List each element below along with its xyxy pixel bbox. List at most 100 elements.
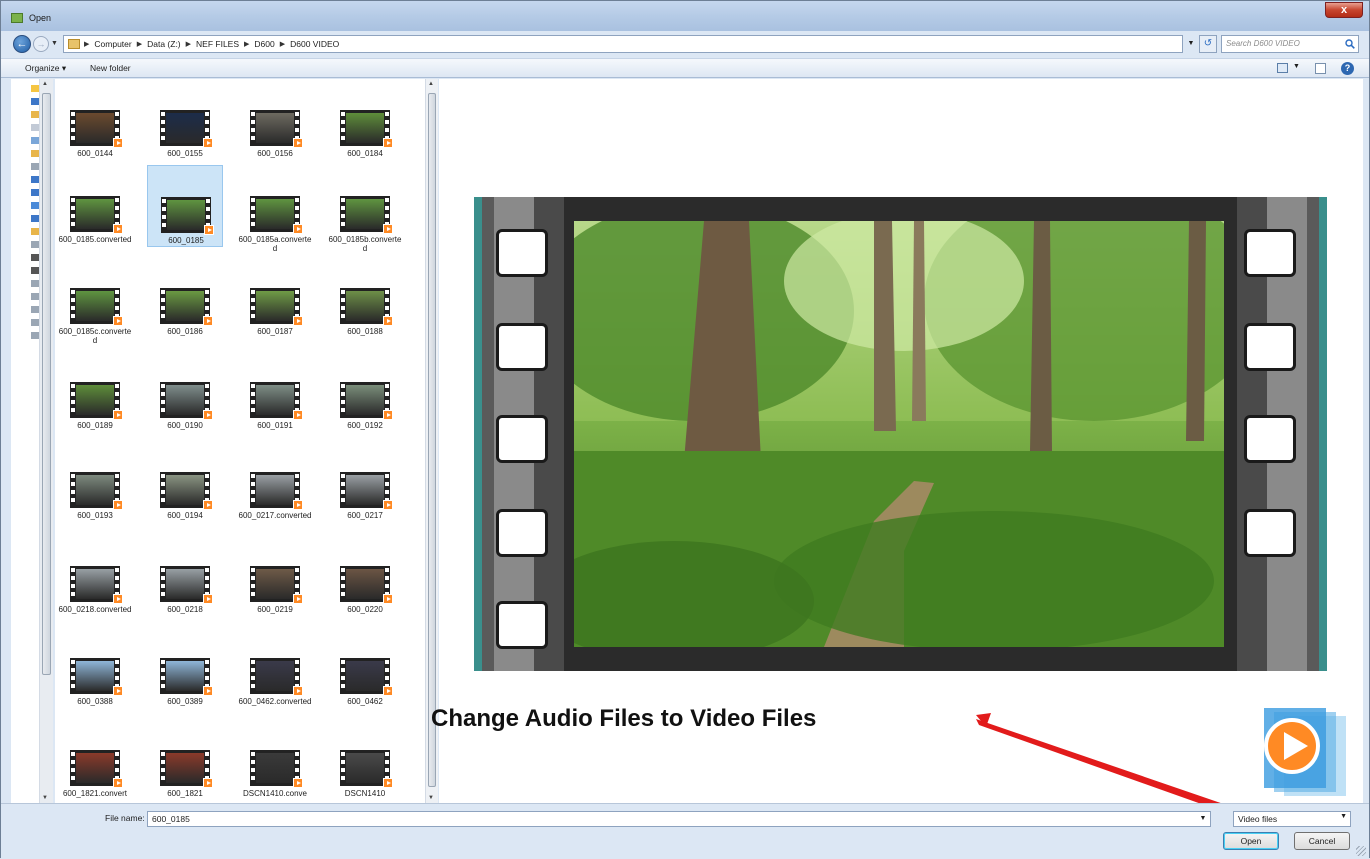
file-tile[interactable]: 600_0185b.converted — [327, 165, 403, 253]
video-thumbnail — [160, 472, 213, 510]
nav-tree-icon[interactable] — [31, 98, 39, 105]
open-button[interactable]: Open — [1223, 832, 1279, 850]
chevron-right-icon[interactable]: ▶ — [186, 40, 191, 48]
chevron-right-icon[interactable]: ▶ — [137, 40, 142, 48]
help-icon[interactable]: ? — [1341, 62, 1354, 75]
file-tile[interactable]: 600_0389 — [147, 627, 223, 709]
preview-pane-icon[interactable] — [1315, 63, 1326, 74]
file-tile[interactable]: 600_0218.converted — [57, 535, 133, 617]
nav-tree-icon[interactable] — [31, 111, 39, 118]
nav-tree-icon[interactable] — [31, 124, 39, 131]
nav-tree-icon[interactable] — [31, 85, 39, 92]
file-tile[interactable]: 600_0185c.converted — [57, 257, 133, 345]
file-tile[interactable]: 600_0388 — [57, 627, 133, 709]
file-tile[interactable]: 600_0190 — [147, 351, 223, 433]
nav-tree-icon[interactable] — [31, 228, 39, 235]
view-options-dropdown[interactable]: ▼ — [1293, 63, 1300, 70]
nav-tree-icon[interactable] — [31, 137, 39, 144]
nav-tree-icon[interactable] — [31, 189, 39, 196]
file-type-select[interactable]: Video files ▼ — [1233, 811, 1351, 827]
file-tile[interactable]: 600_0191 — [237, 351, 313, 433]
film-hole — [496, 415, 548, 463]
video-thumbnail — [340, 472, 393, 510]
title-bar[interactable]: Open x — [1, 1, 1369, 31]
file-tile[interactable]: 600_1821 — [147, 719, 223, 801]
nav-scroll-thumb[interactable] — [42, 93, 51, 675]
file-tile[interactable]: 600_0220 — [327, 535, 403, 617]
nav-tree-icon[interactable] — [31, 254, 39, 261]
file-tile[interactable]: 600_0219 — [237, 535, 313, 617]
nav-tree-icon[interactable] — [31, 332, 39, 339]
file-tile[interactable]: 600_0185a.converted — [237, 165, 313, 253]
file-name-label: 600_0188 — [347, 327, 383, 336]
file-tile[interactable]: 600_0218 — [147, 535, 223, 617]
crumb-d600-video[interactable]: D600 VIDEO — [290, 39, 339, 49]
file-tile[interactable]: DSCN1410.conve — [237, 719, 313, 801]
file-tile[interactable]: 600_0193 — [57, 441, 133, 523]
forward-button[interactable]: → — [33, 36, 49, 52]
change-view-icon[interactable] — [1277, 63, 1288, 73]
scroll-down-icon[interactable]: ▼ — [42, 795, 48, 801]
address-dropdown[interactable]: ▼ — [1185, 35, 1197, 53]
file-tile[interactable]: 600_0194 — [147, 441, 223, 523]
crumb-computer[interactable]: Computer — [94, 39, 131, 49]
scroll-down-icon[interactable]: ▼ — [428, 795, 434, 801]
file-name-dropdown[interactable]: ▼ — [1197, 811, 1209, 827]
organize-button[interactable]: Organize ▾ — [25, 63, 66, 74]
open-dialog: Open x ← → ▼ ▶ Computer ▶ Data (Z:) ▶ NE… — [0, 0, 1370, 859]
nav-tree-icon[interactable] — [31, 163, 39, 170]
scroll-up-icon[interactable]: ▲ — [428, 81, 434, 87]
file-tile[interactable]: 600_0462.converted — [237, 627, 313, 709]
file-list-scrollbar[interactable]: ▲ ▼ — [425, 79, 438, 803]
nav-tree-icon[interactable] — [31, 306, 39, 313]
crumb-data-z[interactable]: Data (Z:) — [147, 39, 181, 49]
file-tile[interactable]: 600_0217 — [327, 441, 403, 523]
breadcrumb[interactable]: ▶ Computer ▶ Data (Z:) ▶ NEF FILES ▶ D60… — [63, 35, 1183, 53]
refresh-button[interactable]: ↺ — [1199, 35, 1217, 53]
file-tile[interactable]: 600_0462 — [327, 627, 403, 709]
file-name-label: 600_0462 — [347, 697, 383, 706]
back-button[interactable]: ← — [13, 35, 31, 53]
search-icon — [1345, 39, 1355, 49]
nav-tree-icon[interactable] — [31, 293, 39, 300]
nav-tree-icon[interactable] — [31, 267, 39, 274]
file-list-scroll-thumb[interactable] — [428, 93, 436, 787]
recent-pages-dropdown[interactable]: ▼ — [51, 40, 58, 47]
file-tile[interactable]: 600_0156 — [237, 79, 313, 161]
file-tile[interactable]: 600_0187 — [237, 257, 313, 339]
nav-tree-icon[interactable] — [31, 150, 39, 157]
chevron-down-icon[interactable]: ▼ — [1340, 813, 1347, 820]
search-input[interactable]: Search D600 VIDEO — [1221, 35, 1359, 53]
chevron-right-icon[interactable]: ▶ — [280, 40, 285, 48]
nav-scrollbar[interactable]: ▲ ▼ — [39, 79, 53, 803]
crumb-d600[interactable]: D600 — [254, 39, 274, 49]
file-tile[interactable]: 600_0188 — [327, 257, 403, 339]
new-folder-button[interactable]: New folder — [90, 63, 131, 73]
file-tile[interactable]: 600_0185 — [147, 165, 223, 247]
resize-grip[interactable] — [1356, 846, 1366, 856]
file-tile[interactable]: DSCN1410 — [327, 719, 403, 801]
chevron-right-icon[interactable]: ▶ — [84, 40, 89, 48]
file-tile[interactable]: 600_0186 — [147, 257, 223, 339]
file-tile[interactable]: 600_1821.convert — [57, 719, 133, 801]
nav-tree-icon[interactable] — [31, 319, 39, 326]
nav-tree-icon[interactable] — [31, 202, 39, 209]
close-button[interactable]: x — [1325, 2, 1363, 18]
file-tile[interactable]: 600_0189 — [57, 351, 133, 433]
file-name-input[interactable]: 600_0185 — [147, 811, 1211, 827]
file-tile[interactable]: 600_0144 — [57, 79, 133, 161]
nav-tree-icon[interactable] — [31, 215, 39, 222]
nav-tree-icon[interactable] — [31, 241, 39, 248]
file-tile[interactable]: 600_0217.converted — [237, 441, 313, 523]
crumb-nef-files[interactable]: NEF FILES — [196, 39, 239, 49]
file-tile[interactable]: 600_0155 — [147, 79, 223, 161]
cancel-button[interactable]: Cancel — [1294, 832, 1350, 850]
scroll-up-icon[interactable]: ▲ — [42, 81, 48, 87]
video-thumbnail — [70, 382, 123, 420]
nav-tree-icon[interactable] — [31, 280, 39, 287]
file-tile[interactable]: 600_0184 — [327, 79, 403, 161]
chevron-right-icon[interactable]: ▶ — [244, 40, 249, 48]
nav-tree-icon[interactable] — [31, 176, 39, 183]
file-tile[interactable]: 600_0185.converted — [57, 165, 133, 247]
file-tile[interactable]: 600_0192 — [327, 351, 403, 433]
